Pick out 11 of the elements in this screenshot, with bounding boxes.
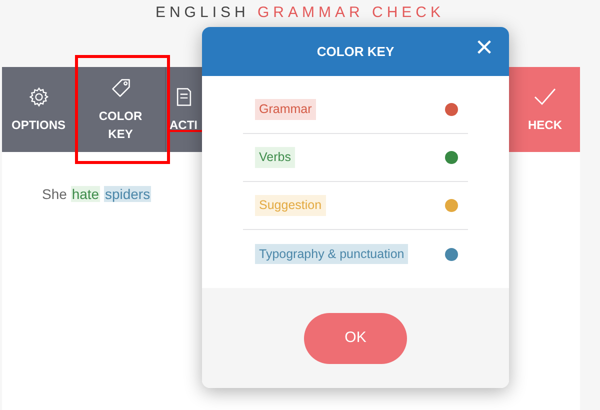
category-label: Typography & punctuation — [255, 244, 408, 264]
toolbar-button[interactable]: ACTI — [166, 67, 201, 152]
category-label: Suggestion — [255, 195, 326, 216]
dialog-title: COLOR KEY — [316, 42, 394, 61]
category-label: Grammar — [255, 99, 316, 120]
ok-button[interactable]: OK — [304, 312, 407, 364]
page-title: ENGLISH GRAMMAR CHECK — [155, 4, 445, 21]
category-label: Verbs — [255, 147, 295, 168]
gear-icon — [28, 86, 50, 108]
tag-icon — [110, 76, 132, 98]
close-button[interactable]: × — [471, 33, 497, 63]
